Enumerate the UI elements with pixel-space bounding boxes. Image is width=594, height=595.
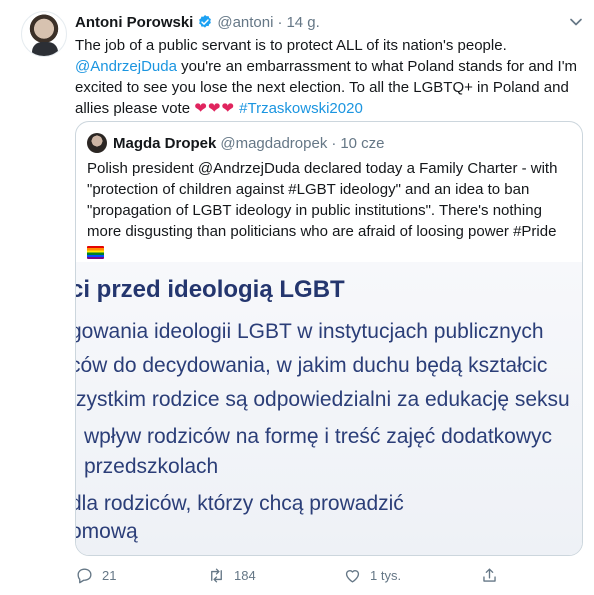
tweet-header: Antoni Porowski @antoni · 14 g. <box>75 12 320 32</box>
quote-text-body: Polish president @AndrzejDuda declared t… <box>87 160 558 240</box>
chevron-down-icon[interactable] <box>566 12 586 32</box>
author-handle[interactable]: @antoni <box>217 14 273 31</box>
mention-link[interactable]: @AndrzejDuda <box>75 58 177 75</box>
reply-count: 21 <box>102 568 117 583</box>
share-button[interactable] <box>480 566 507 585</box>
image-text-line: przedszkolach <box>84 455 219 478</box>
tweet-timestamp[interactable]: 14 g. <box>286 14 319 31</box>
hashtag-link[interactable]: #Trzaskowski2020 <box>235 100 363 117</box>
image-text-line: omową <box>76 520 138 543</box>
quote-header: Magda Dropek @magdadropek · 10 cze <box>113 133 385 153</box>
separator-dot: · <box>277 13 283 31</box>
image-text-line: ci przed ideologią LGBT <box>76 276 345 303</box>
quote-text: Polish president @AndrzejDuda declared t… <box>87 158 573 263</box>
tweet[interactable]: Antoni Porowski @antoni · 14 g. The job … <box>0 0 594 595</box>
author-name[interactable]: Antoni Porowski <box>75 14 193 31</box>
image-text-line: gowania ideologii LGBT w instytucjach pu… <box>76 320 544 343</box>
heart-icon <box>345 570 360 583</box>
quote-author-name[interactable]: Magda Dropek <box>113 135 216 152</box>
image-text-line: zystkim rodzice są odpowiedzialni za edu… <box>76 388 570 411</box>
avatar-shirt <box>32 42 58 56</box>
quote-image[interactable]: ci przed ideologią LGBT gowania ideologi… <box>76 262 582 555</box>
retweet-icon <box>211 568 222 583</box>
verified-badge-icon <box>199 15 212 28</box>
quote-timestamp[interactable]: 10 cze <box>340 135 384 152</box>
image-text-line: dla rodziców, którzy chcą prowadzić <box>76 492 404 515</box>
retweet-button[interactable]: 184 <box>207 566 256 585</box>
like-button[interactable]: 1 tys. <box>343 566 401 585</box>
quote-separator-dot: · <box>331 134 337 152</box>
quote-author-avatar[interactable] <box>87 133 107 153</box>
share-icon <box>483 568 496 582</box>
image-text-line: ców do decydowania, w jakim duchu będą k… <box>76 354 548 377</box>
tweet-text: The job of a public servant is to protec… <box>75 35 580 119</box>
quote-author-handle[interactable]: @magdadropek <box>220 135 327 152</box>
author-avatar[interactable] <box>21 11 67 57</box>
reply-icon <box>77 568 92 584</box>
retweet-count: 184 <box>234 568 256 583</box>
image-text-line: wpływ rodziców na formę i treść zajęć do… <box>84 425 553 448</box>
reply-button[interactable]: 21 <box>75 566 116 585</box>
heart-emoji-icons: ❤❤❤ <box>194 100 235 117</box>
like-count: 1 tys. <box>370 568 402 583</box>
tweet-actions: 21 184 1 tys. <box>75 566 580 588</box>
quoted-tweet[interactable]: Magda Dropek @magdadropek · 10 cze Polis… <box>75 121 583 556</box>
tweet-text-line1: The job of a public servant is to protec… <box>75 37 507 54</box>
rainbow-flag-icon <box>87 246 104 259</box>
